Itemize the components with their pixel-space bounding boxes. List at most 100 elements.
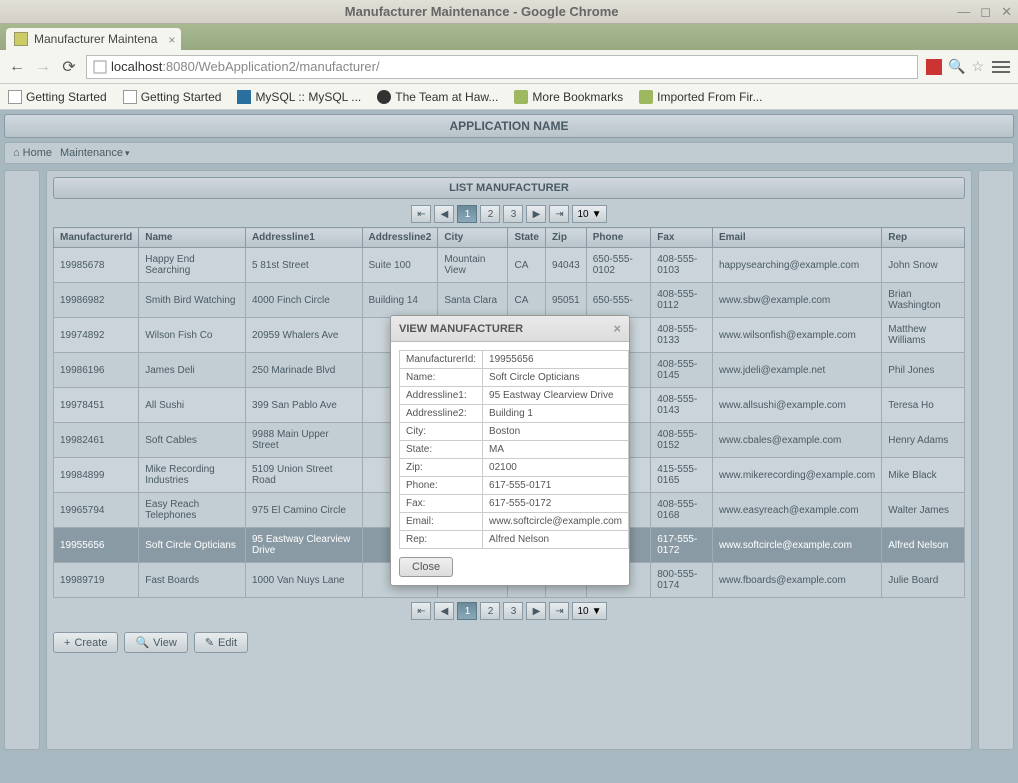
table-cell: Smith Bird Watching <box>139 283 246 318</box>
address-bar[interactable]: localhost:8080/WebApplication2/manufactu… <box>86 55 918 79</box>
dialog-row: Email:www.softcircle@example.com <box>400 513 629 531</box>
table-cell: 408-555-0145 <box>651 353 713 388</box>
close-window-icon[interactable]: ✕ <box>1001 4 1012 20</box>
pager-first[interactable]: ⇤ <box>411 205 431 223</box>
pager-page[interactable]: 1 <box>457 205 477 223</box>
edit-button[interactable]: ✎Edit <box>194 632 248 653</box>
table-cell: CA <box>508 248 545 283</box>
dialog-row: Addressline2:Building 1 <box>400 405 629 423</box>
table-cell: Mountain View <box>438 248 508 283</box>
plus-icon: + <box>64 637 70 649</box>
bookmark-item[interactable]: Imported From Fir... <box>639 90 762 104</box>
maximize-icon[interactable]: ◻ <box>980 4 991 20</box>
table-cell: Teresa Ho <box>882 388 965 423</box>
pager-prev[interactable]: ◀ <box>434 602 454 620</box>
table-cell: Soft Circle Opticians <box>139 528 246 563</box>
pager-next[interactable]: ▶ <box>526 602 546 620</box>
table-cell: 19984899 <box>54 458 139 493</box>
create-button[interactable]: +Create <box>53 632 118 653</box>
table-cell: 800-555-0174 <box>651 563 713 598</box>
table-cell: CA <box>508 283 545 318</box>
view-button[interactable]: 🔍View <box>124 632 187 653</box>
table-cell: www.wilsonfish@example.com <box>712 318 881 353</box>
pager-page[interactable]: 3 <box>503 205 523 223</box>
dialog-details-table: ManufacturerId:19955656Name:Soft Circle … <box>399 350 629 549</box>
tab-label: Manufacturer Maintena <box>34 32 157 46</box>
table-cell: 95051 <box>545 283 586 318</box>
close-tab-icon[interactable]: × <box>168 33 175 47</box>
field-value: www.softcircle@example.com <box>483 513 629 531</box>
column-header[interactable]: Email <box>712 228 881 248</box>
table-cell: 1000 Van Nuys Lane <box>245 563 362 598</box>
panel-title: LIST MANUFACTURER <box>53 177 965 199</box>
field-value: MA <box>483 441 629 459</box>
column-header[interactable]: Fax <box>651 228 713 248</box>
table-cell: www.allsushi@example.com <box>712 388 881 423</box>
pager-page[interactable]: 3 <box>503 602 523 620</box>
pager-last[interactable]: ⇥ <box>549 205 569 223</box>
bookmark-item[interactable]: Getting Started <box>8 90 107 104</box>
column-header[interactable]: State <box>508 228 545 248</box>
table-cell: Easy Reach Telephones <box>139 493 246 528</box>
dialog-row: Name:Soft Circle Opticians <box>400 369 629 387</box>
column-header[interactable]: Zip <box>545 228 586 248</box>
url-port: :8080 <box>162 59 195 74</box>
reload-button[interactable]: ⟳ <box>60 58 78 76</box>
table-cell: 4000 Finch Circle <box>245 283 362 318</box>
table-cell: 650-555- <box>586 283 651 318</box>
left-panel <box>4 170 40 750</box>
table-cell: 408-555-0103 <box>651 248 713 283</box>
table-cell: Phil Jones <box>882 353 965 388</box>
pager-page[interactable]: 1 <box>457 602 477 620</box>
forward-button[interactable]: → <box>34 58 52 76</box>
table-cell: John Snow <box>882 248 965 283</box>
table-cell: 408-555-0168 <box>651 493 713 528</box>
field-label: ManufacturerId: <box>400 351 483 369</box>
column-header[interactable]: Phone <box>586 228 651 248</box>
pager-next[interactable]: ▶ <box>526 205 546 223</box>
pager-prev[interactable]: ◀ <box>434 205 454 223</box>
dialog-close-icon[interactable]: × <box>613 321 621 336</box>
dialog-title: VIEW MANUFACTURER <box>399 323 523 335</box>
bookmark-item[interactable]: More Bookmarks <box>514 90 623 104</box>
table-cell: 408-555-0143 <box>651 388 713 423</box>
bookmark-item[interactable]: Getting Started <box>123 90 222 104</box>
breadcrumb-home[interactable]: ⌂Home <box>13 147 52 159</box>
bookmark-item[interactable]: MySQL :: MySQL ... <box>237 90 361 104</box>
table-cell: 408-555-0152 <box>651 423 713 458</box>
site-icon <box>377 90 391 104</box>
pager-last[interactable]: ⇥ <box>549 602 569 620</box>
zoom-icon[interactable]: 🔍 <box>948 58 965 75</box>
table-cell: 95 Eastway Clearview Drive <box>245 528 362 563</box>
column-header[interactable]: Addressline1 <box>245 228 362 248</box>
table-row[interactable]: 19985678Happy End Searching5 81st Street… <box>54 248 965 283</box>
browser-toolbar: ← → ⟳ localhost:8080/WebApplication2/man… <box>0 50 1018 84</box>
column-header[interactable]: Addressline2 <box>362 228 438 248</box>
browser-tab[interactable]: Manufacturer Maintena × <box>6 28 181 50</box>
table-row[interactable]: 19986982Smith Bird Watching4000 Finch Ci… <box>54 283 965 318</box>
bookmark-star-icon[interactable]: ☆ <box>971 58 984 75</box>
minimize-icon[interactable]: — <box>957 4 970 20</box>
table-cell: 19965794 <box>54 493 139 528</box>
breadcrumb-item[interactable]: Maintenance <box>60 147 130 159</box>
back-button[interactable]: ← <box>8 58 26 76</box>
table-cell: www.easyreach@example.com <box>712 493 881 528</box>
extension-icon[interactable] <box>926 59 942 75</box>
pager-size-select[interactable]: 10▼ <box>572 602 606 620</box>
pager-first[interactable]: ⇤ <box>411 602 431 620</box>
column-header[interactable]: Rep <box>882 228 965 248</box>
dialog-close-button[interactable]: Close <box>399 557 453 577</box>
column-header[interactable]: Name <box>139 228 246 248</box>
column-header[interactable]: City <box>438 228 508 248</box>
field-value: 617-555-0172 <box>483 495 629 513</box>
pager-page[interactable]: 2 <box>480 205 500 223</box>
table-cell: 408-555-0133 <box>651 318 713 353</box>
column-header[interactable]: ManufacturerId <box>54 228 139 248</box>
pager-size-select[interactable]: 10▼ <box>572 205 606 223</box>
bookmark-item[interactable]: The Team at Haw... <box>377 90 498 104</box>
table-cell: Walter James <box>882 493 965 528</box>
table-cell: 19974892 <box>54 318 139 353</box>
menu-button[interactable] <box>992 61 1010 73</box>
table-cell: James Deli <box>139 353 246 388</box>
pager-page[interactable]: 2 <box>480 602 500 620</box>
